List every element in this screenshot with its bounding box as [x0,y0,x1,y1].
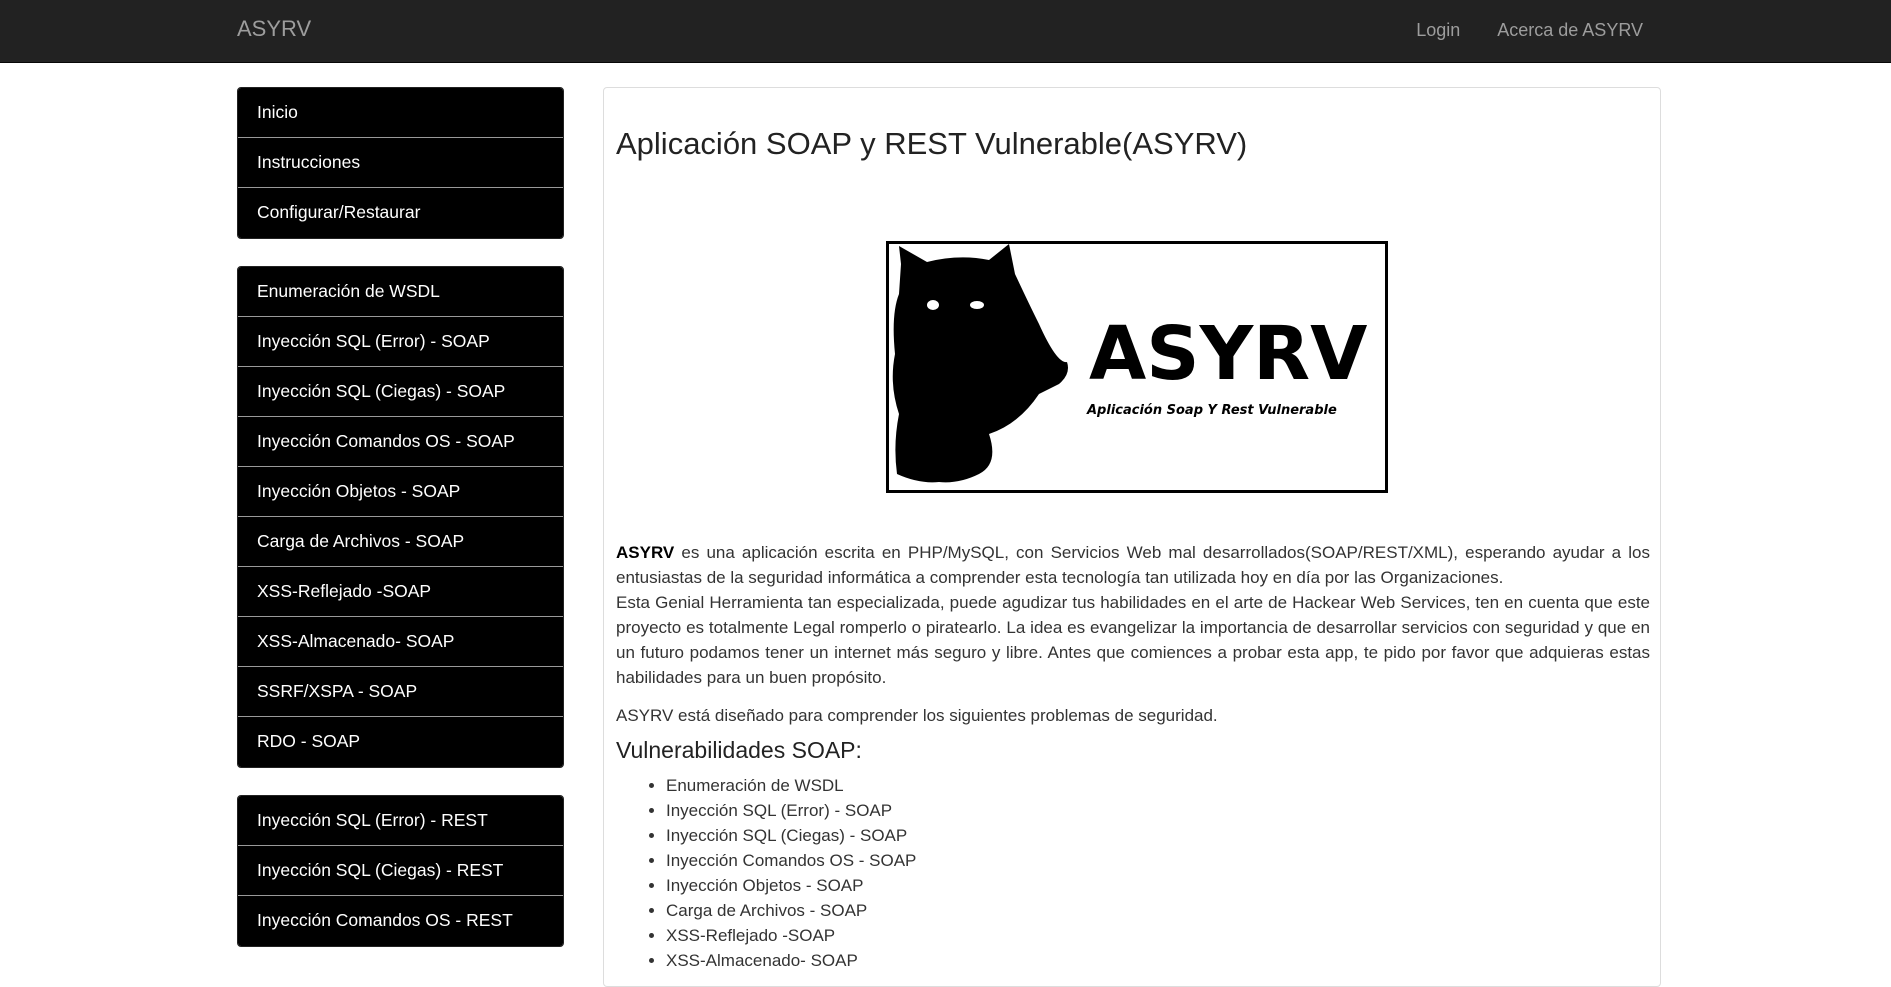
list-item: Inyección Comandos OS - SOAP [666,848,916,873]
content-panel: Aplicación SOAP y REST Vulnerable(ASYRV)… [603,87,1661,987]
sidebar-item-sqli-error-soap[interactable]: Inyección SQL (Error) - SOAP [238,317,563,367]
list-item: Inyección SQL (Error) - SOAP [666,798,916,823]
cat-logo-icon: ASYRV Aplicación Soap Y Rest Vulnerable [892,244,1367,483]
sidebar: Inicio Instrucciones Configurar/Restaura… [237,87,564,974]
sidebar-item-sqli-blind-soap[interactable]: Inyección SQL (Ciegas) - SOAP [238,367,563,417]
sidebar-item-upload-soap[interactable]: Carga de Archivos - SOAP [238,517,563,567]
brand-link[interactable]: ASYRV [237,16,311,42]
nav-links: Login Acerca de ASYRV [1416,20,1643,41]
list-item: XSS-Almacenado- SOAP [666,948,916,973]
sidebar-item-rdo-soap[interactable]: RDO - SOAP [238,717,563,767]
list-item: Inyección Objetos - SOAP [666,873,916,898]
sidebar-item-os-cmd-rest[interactable]: Inyección Comandos OS - REST [238,896,563,946]
top-navbar: ASYRV Login Acerca de ASYRV [0,0,1891,63]
sidebar-item-wsdl[interactable]: Enumeración de WSDL [238,267,563,317]
sidebar-item-xss-stored-soap[interactable]: XSS-Almacenado- SOAP [238,617,563,667]
sidebar-item-instrucciones[interactable]: Instrucciones [238,138,563,188]
list-item: Inyección SQL (Ciegas) - SOAP [666,823,916,848]
page-title: Aplicación SOAP y REST Vulnerable(ASYRV) [616,126,1248,161]
about-link[interactable]: Acerca de ASYRV [1497,20,1643,41]
description-strong: ASYRV [616,543,675,562]
sidebar-item-inicio[interactable]: Inicio [238,88,563,138]
sidebar-item-configurar[interactable]: Configurar/Restaurar [238,188,563,238]
description-line2: Esta Genial Herramienta tan especializad… [616,593,1650,687]
sidebar-item-ssrf-soap[interactable]: SSRF/XSPA - SOAP [238,667,563,717]
menu-group-rest: Inyección SQL (Error) - REST Inyección S… [237,795,564,947]
asyrv-logo: ASYRV Aplicación Soap Y Rest Vulnerable [886,241,1388,493]
logo-frame: ASYRV Aplicación Soap Y Rest Vulnerable [886,241,1388,493]
list-item: Carga de Archivos - SOAP [666,898,916,923]
main-content: Aplicación SOAP y REST Vulnerable(ASYRV)… [616,108,1650,970]
list-item: XSS-Reflejado -SOAP [666,923,916,948]
vulnerability-list: Enumeración de WSDL Inyección SQL (Error… [616,773,916,973]
description-line1: es una aplicación escrita en PHP/MySQL, … [616,543,1650,587]
description-paragraph: ASYRV es una aplicación escrita en PHP/M… [616,540,1650,690]
list-item: Enumeración de WSDL [666,773,916,798]
menu-group-soap: Enumeración de WSDL Inyección SQL (Error… [237,266,564,768]
logo-subtitle: Aplicación Soap Y Rest Vulnerable [1086,403,1337,418]
sidebar-item-sqli-error-rest[interactable]: Inyección SQL (Error) - REST [238,796,563,846]
sidebar-item-objects-soap[interactable]: Inyección Objetos - SOAP [238,467,563,517]
vulnerabilities-heading: Vulnerabilidades SOAP: [616,737,862,763]
sidebar-item-os-cmd-soap[interactable]: Inyección Comandos OS - SOAP [238,417,563,467]
logo-text: ASYRV [1089,311,1367,397]
designed-text: ASYRV está diseñado para comprender los … [616,706,1218,725]
menu-group-general: Inicio Instrucciones Configurar/Restaura… [237,87,564,239]
sidebar-item-sqli-blind-rest[interactable]: Inyección SQL (Ciegas) - REST [238,846,563,896]
login-link[interactable]: Login [1416,20,1460,41]
sidebar-item-xss-reflected-soap[interactable]: XSS-Reflejado -SOAP [238,567,563,617]
